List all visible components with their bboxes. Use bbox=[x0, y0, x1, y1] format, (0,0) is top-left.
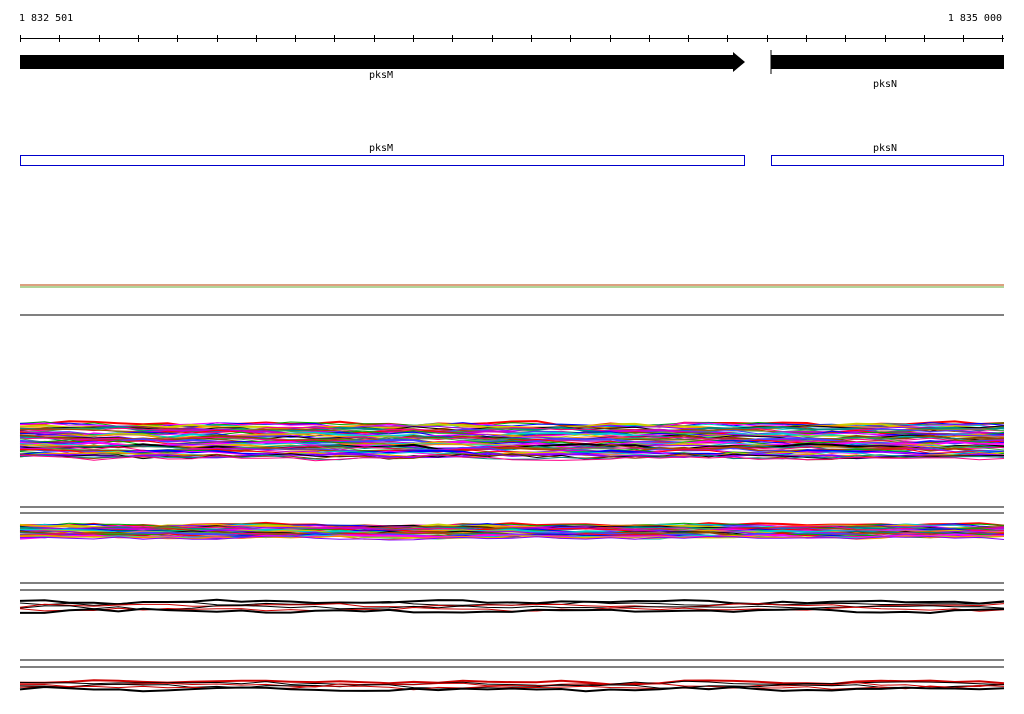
gene-arrow-pksM[interactable] bbox=[20, 52, 745, 72]
coordinate-ruler bbox=[20, 35, 1004, 42]
coverage-track-4 bbox=[19, 598, 1005, 615]
feature-box-pksM[interactable] bbox=[20, 155, 745, 166]
track-4-baseline bbox=[20, 659, 1004, 668]
coverage-track-5 bbox=[19, 679, 1005, 693]
genome-browser-view bbox=[19, 35, 1005, 693]
track-1 bbox=[20, 284, 1004, 316]
track-2-baseline bbox=[20, 506, 1004, 514]
track-3-baseline bbox=[20, 582, 1004, 591]
gene-arrow-pksN[interactable] bbox=[771, 55, 1004, 69]
feature-box-pksN[interactable] bbox=[771, 155, 1004, 166]
coverage-track-2 bbox=[19, 420, 1005, 462]
coverage-line bbox=[20, 607, 1005, 615]
coverage-track-3 bbox=[19, 521, 1005, 541]
